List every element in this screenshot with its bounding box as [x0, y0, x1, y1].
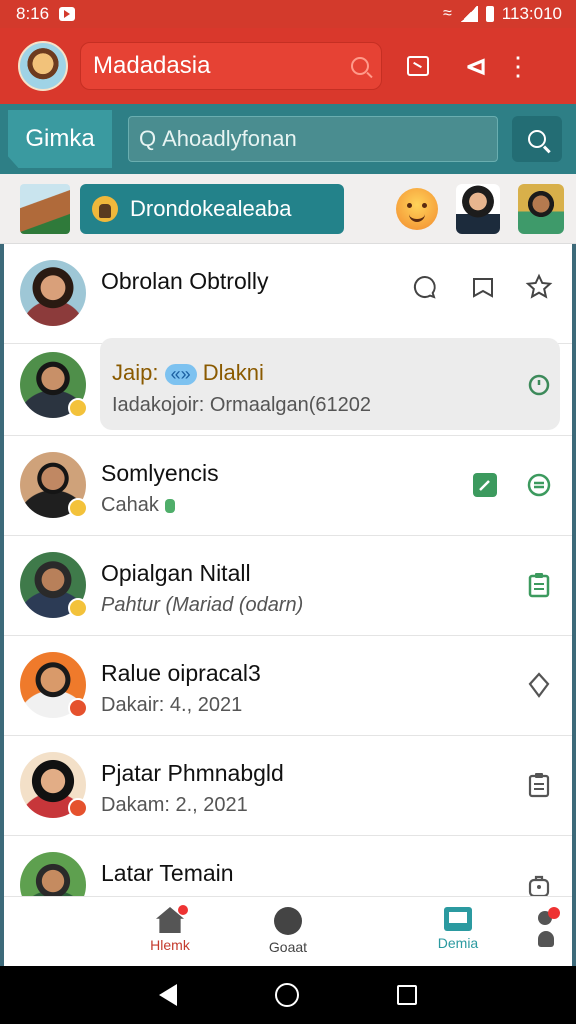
chat-subtitle: Dakam: 2., 2021 [101, 794, 248, 816]
chat-name: Pjatar Phmnabgld [101, 760, 284, 786]
chat-name-suffix: Dlakni [202, 360, 264, 385]
chat-name: Latar Temain [101, 860, 234, 886]
pin-icon[interactable] [524, 670, 554, 700]
chat-icon [274, 907, 302, 935]
chat-name-pill: «» [164, 364, 197, 385]
status-badge [68, 398, 88, 418]
status-badge [68, 698, 88, 718]
chat-name: Jaip: «» Dlakni [112, 360, 264, 386]
emoji-face-icon[interactable] [396, 187, 438, 230]
chat-bubble-icon[interactable] [410, 272, 440, 302]
chat-name: Somlyencis [101, 460, 219, 486]
bottom-nav: Hlemk Goaat Demia [4, 896, 572, 966]
nav-media-label: Demia [437, 935, 479, 951]
story-avatar[interactable] [518, 183, 564, 234]
search-prefix: Q [139, 126, 157, 151]
search-text: Ahoadlyfonan [162, 126, 297, 151]
chat-name: Opialgan Nitall [101, 560, 251, 586]
search-input[interactable]: Q Ahoadlyfonan [128, 116, 498, 162]
status-badge [68, 598, 88, 618]
list-item[interactable]: Obrolan Obtrolly [4, 244, 572, 344]
signal-icon [459, 6, 478, 22]
nav-home[interactable]: Hlemk [130, 905, 210, 953]
person-icon-body [538, 931, 554, 947]
status-badge [68, 798, 88, 818]
search-icon [528, 130, 546, 148]
chat-subtitle-text: Cahak [101, 494, 159, 516]
status-badge [68, 498, 88, 518]
list-item[interactable]: Pjatar Phmnabgld Dakam: 2., 2021 [4, 736, 572, 836]
notification-icon [59, 7, 76, 21]
status-time: 8:16 [16, 4, 50, 23]
chat-list: Obrolan Obtrolly Jaip: «» Dlakni Iadakoj… [4, 244, 572, 966]
chat-name-prefix: Jaip: [112, 360, 159, 385]
clipboard-icon[interactable] [524, 770, 554, 800]
story-avatar[interactable] [456, 183, 500, 234]
chat-subtitle: Iadakojoir: Ormaalgan(61202 [112, 394, 372, 416]
story-thumbnail[interactable] [20, 183, 70, 234]
edit-icon[interactable] [470, 470, 500, 500]
search-button[interactable] [512, 116, 562, 162]
chat-name: Ralue oipracal3 [101, 660, 261, 686]
chat-name: Obrolan Obtrolly [101, 268, 269, 294]
tab-gimka[interactable]: Gimka [8, 110, 112, 168]
person-icon [92, 195, 118, 222]
screen-icon[interactable] [396, 44, 440, 88]
online-icon [164, 498, 175, 513]
chat-subtitle: Pahtur (Mariad (odarn) [101, 594, 304, 616]
chat-subtitle: Cahak [101, 494, 175, 517]
nav-chat-label: Goaat [268, 939, 308, 955]
recent-apps-icon[interactable] [397, 985, 417, 1005]
list-item[interactable]: Opialgan Nitall Pahtur (Mariad (odarn) [4, 536, 572, 636]
app-title: Madadasia [93, 52, 211, 79]
home-circle-icon[interactable] [275, 983, 299, 1007]
star-icon[interactable] [524, 272, 554, 302]
clipboard-icon[interactable] [524, 570, 554, 600]
nav-chat[interactable]: Goaat [248, 907, 328, 955]
list-item[interactable]: Somlyencis Cahak [4, 436, 572, 536]
status-bar: 8:16 ≈ 113:010 [0, 0, 576, 28]
app-title-search[interactable]: Madadasia [80, 42, 382, 90]
more-icon[interactable]: ⋮ [505, 44, 531, 88]
bookmark-icon[interactable] [468, 272, 498, 302]
app-bar: Madadasia ⊲ ⋮ [0, 28, 576, 104]
notification-dot [548, 907, 560, 919]
avatar [20, 260, 86, 326]
story-chip[interactable]: Drondokealeaba [80, 183, 344, 234]
menu-circle-icon[interactable] [524, 470, 554, 500]
nav-media[interactable]: Demia [418, 907, 498, 951]
clock-icon[interactable] [524, 370, 554, 400]
share-icon[interactable]: ⊲ [454, 44, 498, 88]
list-item[interactable]: Ralue oipracal3 Dakair: 4., 2021 [4, 636, 572, 736]
story-chip-label: Drondokealeaba [130, 195, 292, 221]
status-right-time: 113:010 [501, 4, 562, 23]
profile-avatar[interactable] [18, 41, 68, 91]
chat-subtitle: Dakair: 4., 2021 [101, 694, 243, 716]
media-icon [444, 907, 472, 931]
nav-home-label: Hlemk [150, 937, 190, 953]
search-bar: Gimka Q Ahoadlyfonan [0, 104, 576, 174]
stories-strip: Drondokealeaba [0, 174, 576, 244]
nav-profile[interactable] [538, 907, 560, 951]
back-icon[interactable] [159, 984, 177, 1006]
search-icon[interactable] [351, 57, 369, 75]
wifi-icon: ≈ [443, 5, 452, 22]
battery-icon [485, 6, 494, 22]
system-nav-bar [0, 966, 576, 1024]
notification-dot [178, 905, 188, 915]
